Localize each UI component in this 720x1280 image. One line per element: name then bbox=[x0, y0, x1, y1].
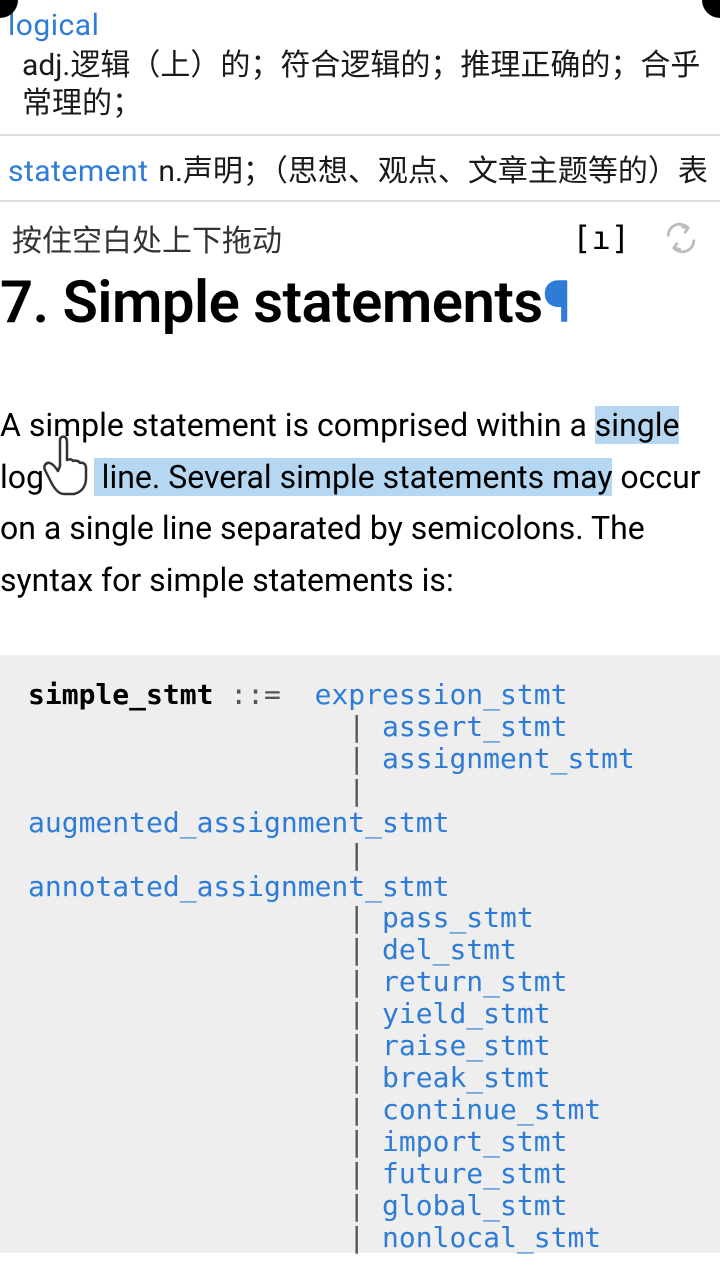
pipe: | bbox=[348, 1221, 382, 1254]
bracket-icon[interactable]: [ı] bbox=[572, 219, 630, 257]
grammar-nt[interactable]: del_stmt bbox=[382, 933, 517, 966]
grammar-nt[interactable]: break_stmt bbox=[382, 1061, 551, 1094]
heading-text: 7. Simple statements bbox=[0, 269, 543, 337]
highlight: single bbox=[595, 406, 680, 444]
highlight: line. Several simple statements may bbox=[94, 458, 613, 496]
grammar-nt[interactable]: nonlocal_stmt bbox=[382, 1221, 601, 1254]
pipe: | bbox=[348, 1029, 382, 1062]
pipe: | bbox=[348, 933, 382, 966]
grammar-op: ::= bbox=[213, 678, 314, 711]
pipe: | bbox=[348, 997, 382, 1030]
pipe: | bbox=[348, 838, 365, 871]
pipe: | bbox=[348, 901, 382, 934]
dict-word: statement bbox=[8, 154, 148, 189]
dict-word: logical bbox=[8, 8, 712, 43]
grammar-nt[interactable]: assert_stmt bbox=[382, 710, 567, 743]
grammar-nt[interactable]: augmented_assignment_stmt bbox=[28, 806, 449, 839]
grammar-block: simple_stmt ::= expression_stmt | assert… bbox=[0, 655, 720, 1253]
grammar-nt[interactable]: yield_stmt bbox=[382, 997, 551, 1030]
pipe: | bbox=[348, 742, 382, 775]
refresh-icon[interactable] bbox=[664, 221, 698, 255]
pipe: | bbox=[348, 965, 382, 998]
grammar-nt[interactable]: future_stmt bbox=[382, 1157, 567, 1190]
grammar-lhs: simple_stmt bbox=[28, 678, 213, 711]
cursor-hand-icon bbox=[40, 434, 96, 514]
para-text: log bbox=[0, 458, 44, 496]
pipe: | bbox=[348, 1125, 382, 1158]
paragraph[interactable]: A simple statement is comprised within a… bbox=[0, 336, 720, 607]
pipe: | bbox=[348, 1189, 382, 1222]
grammar-nt[interactable]: raise_stmt bbox=[382, 1029, 551, 1062]
pilcrow-icon[interactable]: ¶ bbox=[543, 269, 571, 337]
pipe: | bbox=[348, 1061, 382, 1094]
grammar-nt[interactable]: assignment_stmt bbox=[382, 742, 635, 775]
grammar-nt[interactable]: global_stmt bbox=[382, 1189, 567, 1222]
page-heading: 7. Simple statements¶ bbox=[0, 268, 720, 336]
pipe: | bbox=[348, 1093, 382, 1126]
grammar-nt[interactable]: expression_stmt bbox=[315, 678, 568, 711]
grammar-nt[interactable]: continue_stmt bbox=[382, 1093, 601, 1126]
drag-hint: 按住空白处上下拖动 bbox=[12, 216, 282, 260]
grammar-nt[interactable]: pass_stmt bbox=[382, 901, 534, 934]
pipe: | bbox=[348, 774, 365, 807]
pipe: | bbox=[348, 710, 382, 743]
grammar-nt[interactable]: return_stmt bbox=[382, 965, 567, 998]
dict-definition: adj.逻辑（上）的；符合逻辑的；推理正确的；合乎常理的； bbox=[8, 47, 712, 122]
toolbar: 按住空白处上下拖动 [ı] bbox=[0, 202, 720, 268]
pipe: | bbox=[348, 1157, 382, 1190]
dict-definition: n.声明；（思想、观点、文章主题等的）表 bbox=[158, 154, 707, 189]
dict-entry-logical[interactable]: logical adj.逻辑（上）的；符合逻辑的；推理正确的；合乎常理的； bbox=[0, 0, 720, 136]
grammar-nt[interactable]: annotated_assignment_stmt bbox=[28, 870, 449, 903]
grammar-nt[interactable]: import_stmt bbox=[382, 1125, 567, 1158]
dict-entry-statement[interactable]: statement n.声明；（思想、观点、文章主题等的）表 bbox=[0, 136, 720, 200]
dictionary-panel: logical adj.逻辑（上）的；符合逻辑的；推理正确的；合乎常理的； st… bbox=[0, 0, 720, 202]
